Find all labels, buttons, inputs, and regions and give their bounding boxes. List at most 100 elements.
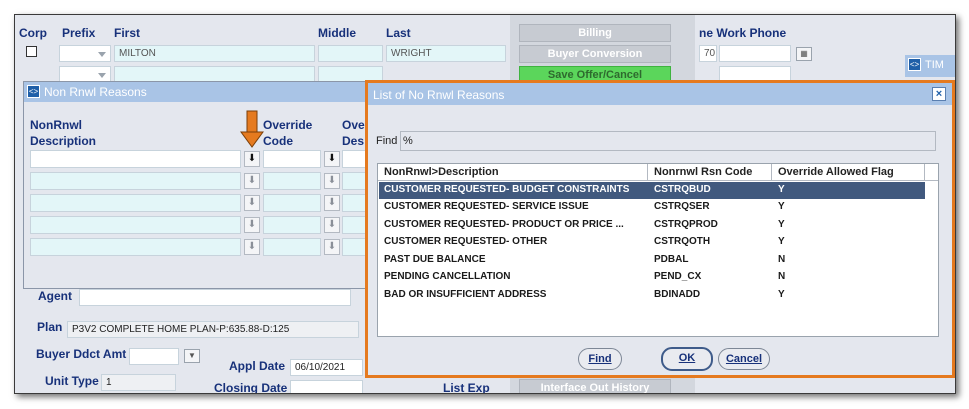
phone-field[interactable]: 70 xyxy=(699,45,717,62)
appl-date-label: Appl Date xyxy=(229,359,286,373)
unit-type-label: Unit Type xyxy=(45,374,99,388)
table-cell: Y xyxy=(778,219,785,230)
buyer-ddct-label: Buyer Ddct Amt xyxy=(36,347,127,361)
column-header[interactable]: Nonrnwl Rsn Code xyxy=(654,166,752,178)
nonrnwl-desc-field[interactable] xyxy=(30,216,241,234)
table-cell: CSTRQOTH xyxy=(654,236,711,247)
override-code-field[interactable] xyxy=(263,172,321,190)
table-cell: CUSTOMER REQUESTED- BUDGET CONSTRAINTS xyxy=(384,184,630,195)
nonrnwl-desc-field[interactable] xyxy=(30,172,241,190)
lov-button[interactable]: ⬇ xyxy=(244,239,260,255)
reasons-table: NonRnwl>Description Nonrnwl Rsn Code Ove… xyxy=(377,163,939,337)
buyer-ddct-field[interactable] xyxy=(129,348,179,365)
prefix-select[interactable] xyxy=(59,45,111,62)
table-cell: PENDING CANCELLATION xyxy=(384,271,511,282)
find-input[interactable]: % xyxy=(400,131,936,151)
override-code-field[interactable] xyxy=(263,150,321,168)
last-header: Last xyxy=(386,26,411,40)
table-cell: CSTRQBUD xyxy=(654,184,711,195)
table-cell: CSTRQSER xyxy=(654,201,710,212)
buyer-conversion-button[interactable]: Buyer Conversion xyxy=(519,45,671,63)
first-header: First xyxy=(114,26,141,40)
billing-button[interactable]: Billing xyxy=(519,24,671,42)
third-col-header-2: Des xyxy=(342,134,365,148)
lov-button[interactable]: ⬇ xyxy=(324,217,340,233)
chevron-down-icon xyxy=(98,73,106,78)
column-header[interactable]: Override Allowed Flag xyxy=(778,166,894,178)
override-code-header-1: Override xyxy=(263,118,313,132)
column-header[interactable]: NonRnwl>Description xyxy=(384,166,499,178)
list-exp-label: List Exp xyxy=(443,381,490,394)
table-row[interactable]: CUSTOMER REQUESTED- OTHER CSTRQOTH Y xyxy=(379,234,925,251)
lov-arrow-icon[interactable]: ▼ xyxy=(184,349,200,363)
work-phone-field[interactable] xyxy=(719,45,791,62)
table-cell: CSTRQPROD xyxy=(654,219,718,230)
find-button[interactable]: Find xyxy=(578,348,622,370)
dialog-titlebar: List of No Rnwl Reasons xyxy=(368,83,952,105)
table-row[interactable]: CUSTOMER REQUESTED- SERVICE ISSUE CSTRQS… xyxy=(379,199,925,216)
table-cell: Y xyxy=(778,236,785,247)
last-name-field[interactable]: WRIGHT xyxy=(386,45,506,62)
interface-out-history-button[interactable]: Interface Out History xyxy=(519,379,671,393)
table-cell: N xyxy=(778,271,786,282)
closing-date-field[interactable] xyxy=(290,380,363,393)
lov-button[interactable]: ⬇ xyxy=(244,151,260,167)
table-row-selected[interactable]: CUSTOMER REQUESTED- BUDGET CONSTRAINTS C… xyxy=(379,182,925,199)
lov-button[interactable]: ⬇ xyxy=(324,239,340,255)
lov-button[interactable]: ⬇ xyxy=(244,173,260,189)
find-label: Find xyxy=(376,135,398,147)
work-phone-header: ne Work Phone xyxy=(699,26,787,40)
table-cell: N xyxy=(778,254,786,265)
corp-header: Corp xyxy=(19,26,47,40)
table-cell: BDINADD xyxy=(654,289,701,300)
window-titlebar: <> Non Rnwl Reasons xyxy=(24,82,382,102)
calendar-icon[interactable]: ▦ xyxy=(796,47,812,61)
unit-type-field[interactable]: 1 xyxy=(101,374,176,391)
override-code-field[interactable] xyxy=(263,216,321,234)
middle-name-field[interactable] xyxy=(318,45,383,62)
nonrnwl-desc-field[interactable] xyxy=(30,150,241,168)
cancel-button[interactable]: Cancel xyxy=(718,348,770,370)
table-cell: Y xyxy=(778,201,785,212)
lov-button[interactable]: ⬇ xyxy=(324,195,340,211)
no-rnwl-reasons-lov-dialog: List of No Rnwl Reasons × Find % NonRnwl… xyxy=(365,80,955,378)
table-row[interactable]: CUSTOMER REQUESTED- PRODUCT OR PRICE ...… xyxy=(379,217,925,234)
table-cell: PAST DUE BALANCE xyxy=(384,254,486,265)
table-cell: PEND_CX xyxy=(654,271,702,282)
column-divider xyxy=(647,164,648,181)
close-icon[interactable]: × xyxy=(932,87,946,101)
nonrnwl-desc-field[interactable] xyxy=(30,238,241,256)
first-name-field[interactable]: MILTON xyxy=(114,45,315,62)
tim-tab[interactable]: <> TIM xyxy=(905,55,955,77)
closing-date-label: Closing Date xyxy=(214,381,288,394)
table-row[interactable]: PENDING CANCELLATION PEND_CX N xyxy=(379,269,925,286)
table-cell: Y xyxy=(778,184,785,195)
column-divider xyxy=(924,164,925,181)
plan-field[interactable]: P3V2 COMPLETE HOME PLAN-P:635.88-D:125 xyxy=(67,321,359,338)
corp-checkbox[interactable] xyxy=(26,46,37,57)
prefix-header: Prefix xyxy=(62,26,96,40)
override-code-field[interactable] xyxy=(263,238,321,256)
table-cell: CUSTOMER REQUESTED- SERVICE ISSUE xyxy=(384,201,589,212)
window-icon: <> xyxy=(27,85,40,98)
table-cell: BAD OR INSUFFICIENT ADDRESS xyxy=(384,289,547,300)
non-rnwl-reasons-window: <> Non Rnwl Reasons NonRnwl Description … xyxy=(23,81,383,289)
override-code-field[interactable] xyxy=(263,194,321,212)
table-row[interactable]: PAST DUE BALANCE PDBAL N xyxy=(379,252,925,269)
arrow-down-icon xyxy=(240,110,264,148)
override-code-header-2: Code xyxy=(263,134,293,148)
ok-button[interactable]: OK xyxy=(661,347,713,371)
lov-button[interactable]: ⬇ xyxy=(244,217,260,233)
lov-button[interactable]: ⬇ xyxy=(244,195,260,211)
table-cell: PDBAL xyxy=(654,254,689,265)
column-divider xyxy=(771,164,772,181)
window-icon: <> xyxy=(908,58,921,71)
table-cell: CUSTOMER REQUESTED- PRODUCT OR PRICE ... xyxy=(384,219,624,230)
agent-field[interactable] xyxy=(79,289,351,306)
table-row[interactable]: BAD OR INSUFFICIENT ADDRESS BDINADD Y xyxy=(379,287,925,304)
lov-button[interactable]: ⬇ xyxy=(324,151,340,167)
appl-date-field[interactable]: 06/10/2021 xyxy=(290,359,363,376)
nonrnwl-desc-header-1: NonRnwl xyxy=(30,118,82,132)
lov-button[interactable]: ⬇ xyxy=(324,173,340,189)
nonrnwl-desc-field[interactable] xyxy=(30,194,241,212)
